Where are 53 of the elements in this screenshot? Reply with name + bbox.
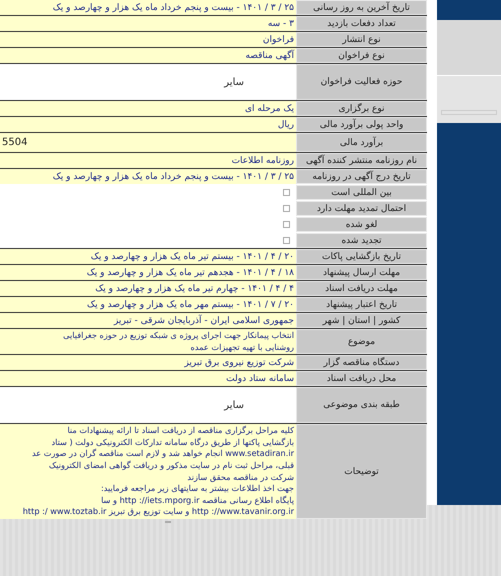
table-cell-value: ۲۵ / ۳ / ۱۴۰۱ - بیست و پنجم خرداد ماه یک هزار و چهارصد و یک: [52, 2, 294, 12]
row-label: طبقه بندی موضوعی: [296, 387, 427, 424]
table-cell-value: 5504: [2, 137, 28, 148]
row-label: نوع برگزاری: [296, 101, 427, 116]
table-cell-value: ۲۰ / ۴ / ۱۴۰۱ - بیستم تیر ماه یک هزار و چهارصد و یک: [90, 252, 294, 262]
table-cell-value: سامانه ستاد دولت: [225, 374, 294, 384]
table-cell-value: شرکت توزیع نیروی برق تبریز: [183, 358, 294, 368]
row-label: موضوع: [296, 329, 427, 354]
table-cell-value: ۲۰ / ۷ / ۱۴۰۱ - بیستم مهر ماه یک هزار و چهارصد و یک: [86, 300, 294, 310]
sidebar-box: [437, 20, 501, 75]
table-cell-value: سایر: [222, 76, 245, 88]
row-label: تاریخ آخرین به روز رسانی: [296, 0, 427, 15]
table-cell-value: آگهی مناقصه: [244, 50, 294, 60]
table-cell-value: ۴ / ۴ / ۱۴۰۱ - چهارم تیر ماه یک هزار و چهارصد و یک: [94, 284, 294, 294]
row-label: نوع فراخوان: [296, 48, 427, 63]
row-label: نوع انتشار: [296, 32, 427, 47]
table-cell-value: روزنامه اطلاعات: [230, 156, 294, 166]
cell-text-line: بازگشایی پاکتها از طریق درگاه سامانه تدارکات الکترونیکی دولت ( ستاد: [50, 436, 294, 448]
row-label: واحد پولی برآورد مالی: [296, 117, 427, 132]
row-label: لغو شده: [296, 217, 427, 232]
table-cell-value: ریال: [276, 120, 294, 130]
table-cell-value: ۱۸ / ۴ / ۱۴۰۱ - هجدهم تیر ماه یک هزار و چهارصد و یک: [86, 268, 294, 278]
table-cell-value: یک مرحله ای: [244, 104, 294, 114]
row-label: دستگاه مناقصه گزار: [296, 355, 427, 370]
table-cell-value: ۳ - سه: [266, 18, 294, 28]
cell-text-line: کلیه مراحل برگزاری مناقصه از دریافت اسناد تا ارائه پیشنهادات منا: [66, 425, 294, 437]
row-label: احتمال تمدید مهلت دارد: [296, 201, 427, 216]
table-cell-value: جمهوری اسلامی ایران - آذربایجان شرقی - تبریز: [112, 316, 294, 326]
cell-text-line: قبلی، مراحل ثبت نام در سایت مذکور و دریافت گواهی امضای الکترونیک: [48, 460, 294, 472]
row-label: برآورد مالی: [296, 133, 427, 152]
row-label: مهلت دریافت اسناد: [296, 281, 427, 296]
row-label: تاریخ بازگشایی پاکات: [296, 249, 427, 264]
cell-text-line: www.setadiran.ir انجام خواهد شد و لازم است مناقصه گران در صورت عد: [30, 448, 294, 460]
row-label: توضیحات: [296, 424, 427, 519]
cell-text-line: پایگاه اطلاع رسانی مناقصه http ://iets.mporg.ir و سا: [100, 494, 294, 506]
table-cell-value: سایر: [222, 400, 245, 411]
table-cell-value: فراخوان: [262, 34, 294, 44]
row-label: نام روزنامه منتشر کننده آگهی: [296, 153, 427, 168]
row-label: حوزه فعالیت فراخوان: [296, 64, 427, 100]
row-label: مهلت ارسال پیشنهاد: [296, 265, 427, 280]
row-label: کشور | استان | شهر: [296, 313, 427, 328]
cell-text-line: شرکت در مناقصه محقق سازند: [186, 472, 294, 484]
row-label: بین المللی است: [296, 185, 427, 200]
row-label: تاریخ درج آگهی در روزنامه: [296, 169, 427, 184]
cell-text-line: انتخاب پیمانکار جهت اجرای پروژه ی شبکه توزیع در حوزه جغرافیایی: [62, 330, 294, 342]
row-label: محل دریافت اسناد: [296, 371, 427, 386]
cell-text-line: http ://www.tavanir.org.ir و سایت توزیع برق تبریز http :/ www.toztab.ir: [22, 506, 294, 518]
cell-text-line: روشنایی با تهیه تجهیزات عمده: [190, 342, 294, 354]
row-label: تاریخ اعتبار پیشنهاد: [296, 297, 427, 312]
row-label: تجدید شده: [296, 233, 427, 248]
cell-text-line: جهت اخذ اطلاعات بیشتر به سایتهای زیر مراجعه فرمایید:: [100, 483, 294, 495]
row-label: تعداد دفعات بازدید: [296, 16, 427, 31]
table-cell-value: ۲۵ / ۳ / ۱۴۰۱ - بیست و پنجم خرداد ماه یک هزار و چهارصد و یک: [52, 172, 294, 182]
